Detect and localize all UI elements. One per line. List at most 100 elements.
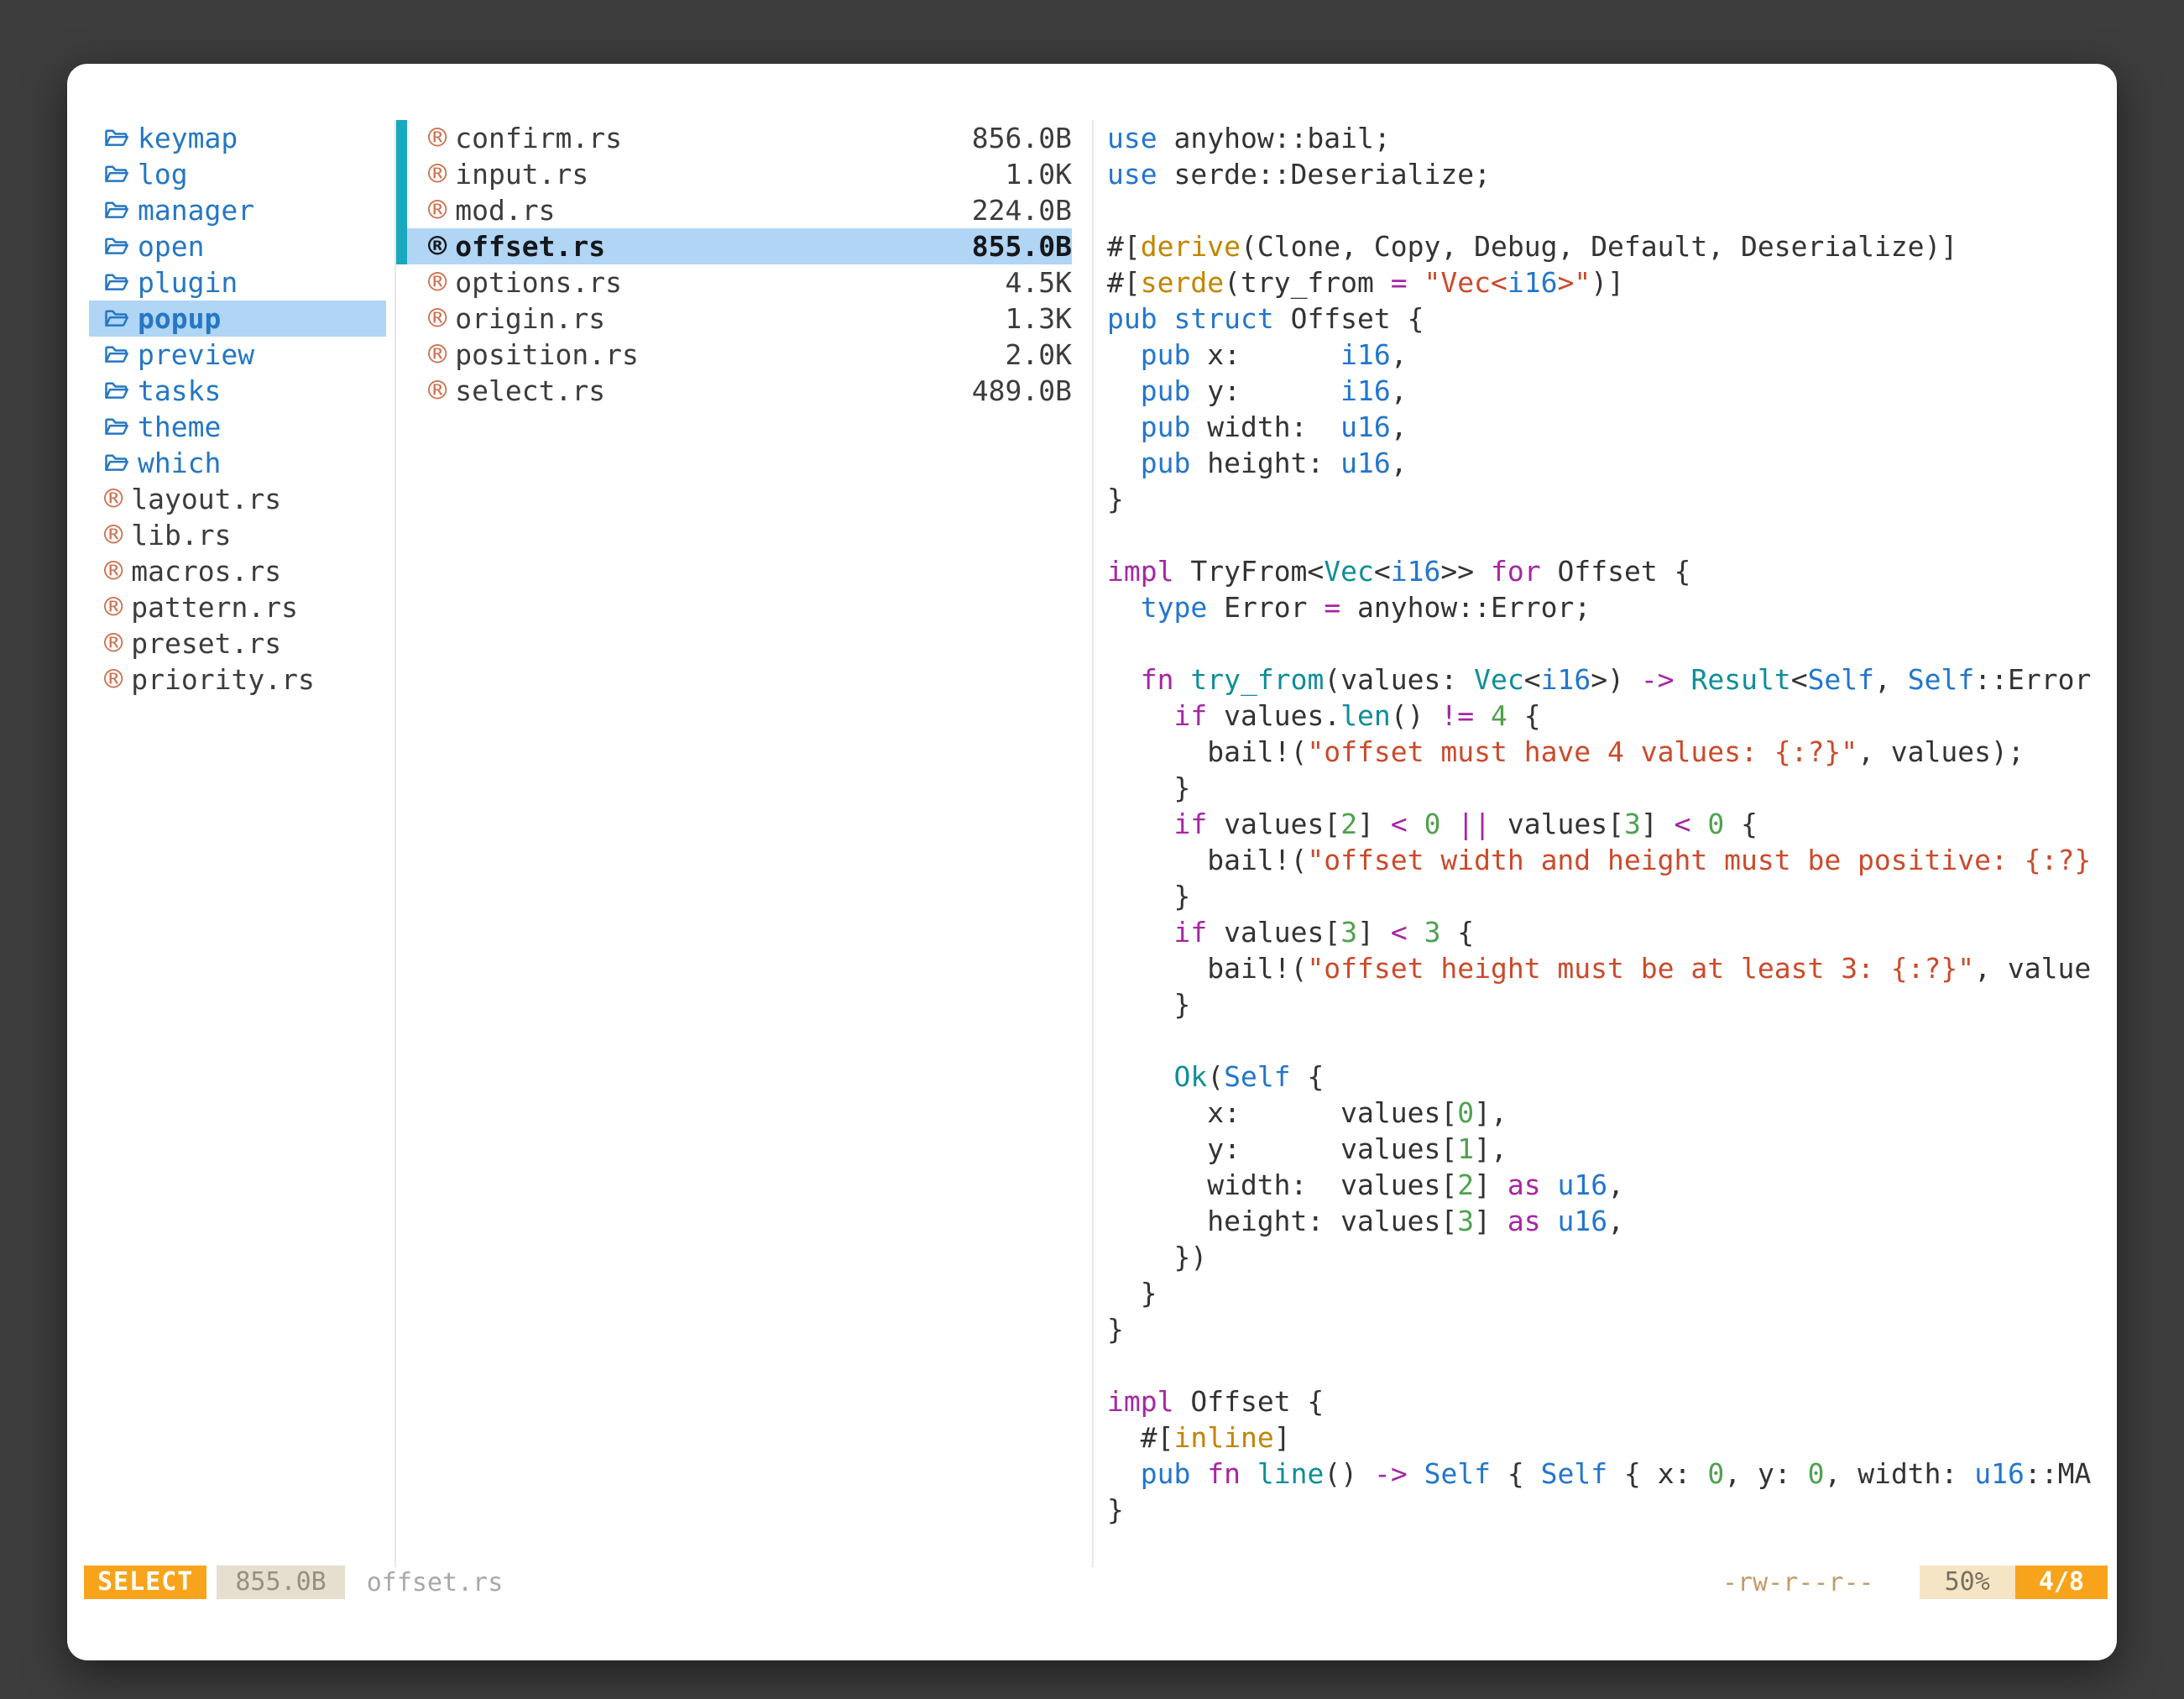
file-row-select-rs[interactable]: ® select.rs 489.0B	[396, 373, 1072, 409]
file-item-lib-rs[interactable]: ®lib.rs	[89, 517, 386, 553]
file-manager-window: keymaplogmanageropenpluginpopuppreviewta…	[67, 64, 2117, 1660]
code-line: bail!("offset must have 4 values: {:?}",…	[1107, 734, 2117, 770]
dir-item-popup[interactable]: popup	[89, 301, 386, 337]
item-label: open	[138, 230, 204, 263]
code-line	[1107, 1347, 2117, 1383]
item-label: tasks	[138, 374, 221, 407]
scroll-percent-badge: 50%	[1920, 1566, 2015, 1599]
folder-open-icon	[104, 200, 129, 221]
item-label: log	[138, 158, 188, 191]
item-label: mod.rs	[455, 194, 555, 227]
item-label: which	[138, 447, 221, 479]
dir-item-tasks[interactable]: tasks	[89, 373, 386, 409]
item-label: options.rs	[455, 266, 622, 299]
code-line: x: values[0],	[1107, 1095, 2117, 1131]
item-label: lib.rs	[131, 519, 231, 552]
dir-item-log[interactable]: log	[89, 156, 386, 192]
item-label: theme	[138, 410, 221, 443]
item-label: input.rs	[455, 158, 588, 191]
code-line: impl TryFrom<Vec<i16>> for Offset {	[1107, 553, 2117, 589]
file-size: 1.0K	[1006, 158, 1072, 191]
folder-open-icon	[104, 452, 129, 473]
file-row-input-rs[interactable]: ®input.rs1.0K	[396, 156, 1072, 192]
code-line: width: values[2] as u16,	[1107, 1167, 2117, 1203]
code-line: height: values[3] as u16,	[1107, 1203, 2117, 1239]
rust-file-icon: ®	[104, 592, 123, 623]
dir-item-plugin[interactable]: plugin	[89, 264, 386, 301]
file-size: 489.0B	[972, 374, 1072, 407]
file-item-layout-rs[interactable]: ®layout.rs	[89, 481, 386, 517]
dir-item-manager[interactable]: manager	[89, 192, 386, 228]
rust-file-icon: ®	[428, 303, 447, 334]
folder-open-icon	[104, 272, 129, 293]
folder-open-icon	[104, 380, 129, 401]
item-label: offset.rs	[455, 230, 605, 263]
parent-pane[interactable]: keymaplogmanageropenpluginpopuppreviewta…	[67, 120, 394, 1567]
code-line: pub y: i16,	[1107, 373, 2117, 409]
file-item-priority-rs[interactable]: ® priority.rs	[89, 661, 386, 698]
item-label: priority.rs	[131, 663, 315, 696]
code-line: }	[1107, 1275, 2117, 1311]
file-row-offset-rs[interactable]: ® offset.rs 855.0B	[396, 228, 1072, 264]
current-pane[interactable]: ® confirm.rs 856.0B ® input.rs 1.0K®mod.rs224…	[394, 120, 1094, 1567]
code-line	[1107, 517, 2117, 553]
file-size-badge: 855.0B	[217, 1566, 344, 1599]
code-line: Ok(Self {	[1107, 1059, 2117, 1095]
item-label: pattern.rs	[131, 591, 298, 624]
file-row-mod-rs[interactable]: ®mod.rs224.0B	[396, 192, 1072, 228]
code-line: bail!("offset width and height must be p…	[1107, 842, 2117, 878]
file-size: 2.0K	[1006, 338, 1072, 371]
dir-item-which[interactable]: which	[89, 445, 386, 481]
rust-file-icon: ®	[104, 664, 123, 695]
file-row-confirm-rs[interactable]: ®confirm.rs856.0B	[396, 120, 1072, 156]
folder-open-icon	[104, 236, 129, 257]
file-size: 856.0B	[972, 122, 1072, 154]
code-line: pub height: u16,	[1107, 445, 2117, 481]
dir-item-keymap[interactable]: keymap	[89, 120, 386, 156]
file-item-macros-rs[interactable]: ®macros.rs	[89, 553, 386, 589]
file-item-pattern-rs[interactable]: ® pattern.rs	[89, 589, 386, 625]
item-label: origin.rs	[455, 302, 605, 335]
code-line: use anyhow::bail;	[1107, 120, 2117, 156]
code-line: if values[3] < 3 {	[1107, 914, 2117, 950]
folder-open-icon	[104, 128, 129, 149]
rust-file-icon: ®	[428, 231, 447, 262]
cursor-position-badge: 4/8	[2015, 1566, 2108, 1599]
preview-pane[interactable]: use anyhow::bail;use serde::Deserialize;…	[1094, 120, 2117, 1567]
code-line: })	[1107, 1239, 2117, 1275]
code-line: }	[1107, 770, 2117, 806]
file-size: 1.3K	[1006, 302, 1072, 335]
rust-file-icon: ®	[104, 556, 123, 587]
file-size: 855.0B	[972, 230, 1072, 263]
panes-container: keymaplogmanageropenpluginpopuppreviewta…	[67, 120, 2117, 1567]
code-line: if values.len() != 4 {	[1107, 698, 2117, 734]
code-line: pub width: u16,	[1107, 409, 2117, 445]
item-label: popup	[138, 302, 221, 335]
status-filename: offset.rs	[367, 1568, 504, 1597]
mode-badge: SELECT	[84, 1566, 206, 1599]
rust-file-icon: ®	[104, 628, 123, 659]
dir-item-preview[interactable]: preview	[89, 337, 386, 373]
code-line	[1107, 192, 2117, 228]
status-right-cluster: -rw-r--r-- 50% 4/8	[1722, 1566, 2108, 1599]
dir-item-open[interactable]: open	[89, 228, 386, 264]
rust-file-icon: ®	[428, 339, 447, 370]
file-row-position-rs[interactable]: ®position.rs2.0K	[396, 337, 1072, 373]
code-line: #[inline]	[1107, 1419, 2117, 1456]
code-line: pub fn line() -> Self { Self { x: 0, y: …	[1107, 1456, 2117, 1492]
code-line: #[serde(try_from = "Vec<i16>")]	[1107, 264, 2117, 301]
item-label: select.rs	[455, 374, 605, 407]
file-item-preset-rs[interactable]: ®preset.rs	[89, 625, 386, 661]
code-line	[1107, 1022, 2117, 1059]
rust-file-icon: ®	[428, 267, 447, 298]
item-label: confirm.rs	[455, 122, 622, 154]
code-line: pub struct Offset {	[1107, 301, 2117, 337]
file-row-origin-rs[interactable]: ® origin.rs 1.3K	[396, 301, 1072, 337]
item-label: plugin	[138, 266, 238, 299]
file-row-options-rs[interactable]: ®options.rs4.5K	[396, 264, 1072, 301]
code-line: bail!("offset height must be at least 3:…	[1107, 950, 2117, 986]
rust-file-icon: ®	[428, 375, 447, 406]
dir-item-theme[interactable]: theme	[89, 409, 386, 445]
folder-open-icon	[104, 164, 129, 185]
folder-open-icon	[104, 344, 129, 365]
